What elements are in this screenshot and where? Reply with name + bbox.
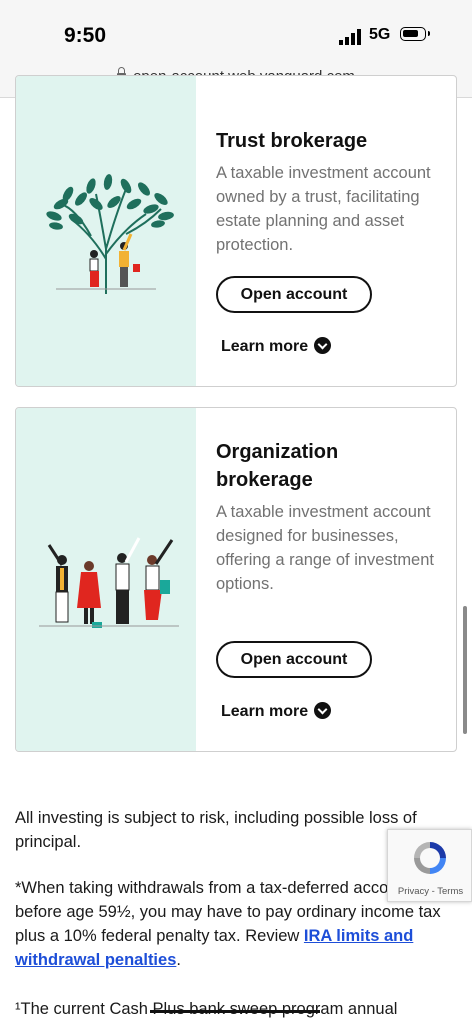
strikethrough-mark: [150, 1010, 320, 1013]
learn-more-link[interactable]: Learn more: [221, 337, 332, 356]
learn-more-link[interactable]: Learn more: [221, 702, 332, 721]
signal-icon: [339, 29, 361, 45]
card-description: A taxable investment account owned by a …: [216, 164, 431, 254]
recaptcha-legal[interactable]: Privacy - Terms: [388, 886, 472, 897]
learn-more-label: Learn more: [221, 703, 309, 720]
learn-more-label: Learn more: [221, 338, 309, 355]
status-time: 9:50: [64, 24, 107, 47]
footnote: ¹The current Cash Plus bank sweep progra…: [15, 1000, 398, 1018]
tree-illustration: [16, 76, 196, 386]
trust-brokerage-card: Trust brokerage A taxable investment acc…: [15, 75, 457, 387]
open-account-button[interactable]: Open account: [216, 276, 372, 313]
group-illustration: [16, 408, 196, 751]
card-description: A taxable investment account designed fo…: [216, 503, 434, 593]
organization-brokerage-card: Organization brokerage A taxable investm…: [15, 407, 457, 752]
tree-people-icon: [46, 174, 174, 294]
network-type: 5G: [369, 26, 391, 43]
chevron-down-icon: [314, 337, 332, 354]
open-account-button[interactable]: Open account: [216, 641, 372, 678]
battery-icon: [400, 27, 430, 41]
chevron-down-icon: [314, 702, 332, 719]
recaptcha-badge[interactable]: Privacy - Terms: [387, 829, 472, 902]
card-title: Organization brokerage: [216, 441, 339, 491]
scrollbar[interactable]: [463, 606, 467, 734]
celebrating-people-icon: [39, 537, 179, 628]
card-title: Trust brokerage: [216, 130, 368, 152]
withdrawal-end: .: [176, 951, 181, 969]
recaptcha-icon: [414, 842, 446, 874]
